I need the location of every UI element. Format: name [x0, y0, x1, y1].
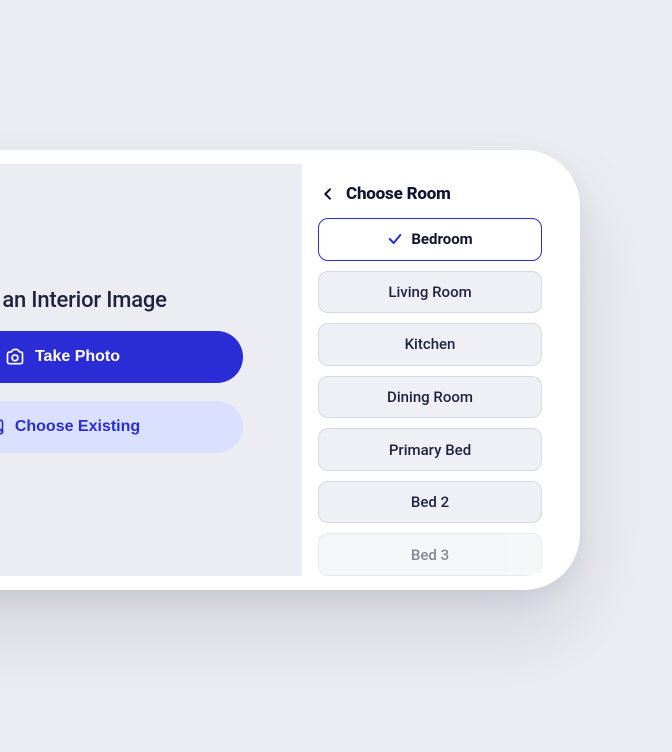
room-item-living-room[interactable]: Living Room: [318, 271, 542, 314]
choose-existing-label: Choose Existing: [15, 418, 140, 436]
room-item-primary-bed[interactable]: Primary Bed: [318, 428, 542, 471]
screen: Add an Interior Image Take Photo: [0, 164, 566, 576]
room-item-bed-3[interactable]: Bed 3: [318, 533, 542, 576]
left-title: Add an Interior Image: [0, 288, 167, 313]
right-pane: Choose Room Bedroom Living Room Kitchen: [302, 164, 566, 576]
room-item-label: Dining Room: [387, 388, 473, 406]
take-photo-label: Take Photo: [35, 348, 120, 366]
room-list: Bedroom Living Room Kitchen Dining Room …: [318, 218, 542, 576]
right-title: Choose Room: [346, 184, 451, 204]
device-frame: Add an Interior Image Take Photo: [0, 150, 580, 590]
room-item-label: Kitchen: [405, 335, 456, 353]
check-icon: [387, 231, 403, 247]
room-item-label: Bed 3: [411, 546, 449, 564]
right-header: Choose Room: [318, 184, 542, 204]
room-item-dining-room[interactable]: Dining Room: [318, 376, 542, 419]
room-item-label: Primary Bed: [389, 441, 471, 459]
room-item-label: Bed 2: [411, 493, 449, 511]
chevron-left-icon: [320, 186, 336, 202]
left-inner: Add an Interior Image Take Photo: [0, 288, 243, 453]
room-item-label: Living Room: [388, 283, 471, 301]
camera-icon: [5, 347, 25, 367]
back-button[interactable]: [320, 186, 336, 202]
room-item-bed-2[interactable]: Bed 2: [318, 481, 542, 524]
room-item-label: Bedroom: [411, 230, 472, 248]
choose-existing-button[interactable]: Choose Existing: [0, 401, 243, 453]
photo-icon: [0, 417, 5, 437]
left-pane: Add an Interior Image Take Photo: [0, 164, 302, 576]
take-photo-button[interactable]: Take Photo: [0, 331, 243, 383]
room-item-kitchen[interactable]: Kitchen: [318, 323, 542, 366]
room-item-bedroom[interactable]: Bedroom: [318, 218, 542, 261]
